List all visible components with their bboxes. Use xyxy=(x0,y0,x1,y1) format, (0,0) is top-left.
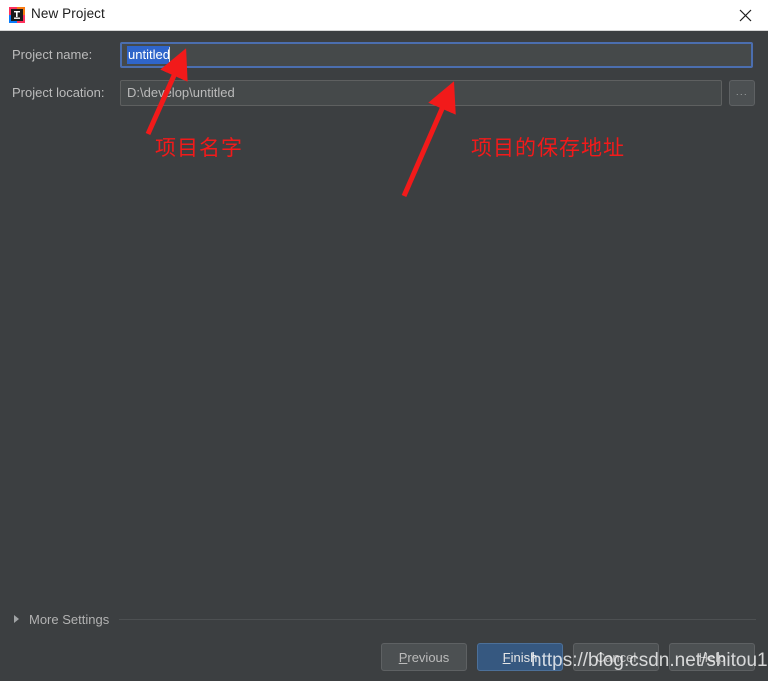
dialog-content: Project name: untitled Project location:… xyxy=(0,31,768,681)
new-project-dialog: New Project Project name: untitled Proje… xyxy=(0,0,768,681)
text-caret xyxy=(168,47,170,62)
project-name-value: untitled xyxy=(127,46,170,64)
project-location-label: Project location: xyxy=(12,85,105,100)
window-title: New Project xyxy=(31,6,105,21)
browse-folder-button[interactable]: ... xyxy=(729,80,755,106)
watermark-url: https://blog.csdn.net/shitou1259 xyxy=(531,650,768,671)
previous-button-mnemonic: P xyxy=(398,649,408,665)
close-icon[interactable] xyxy=(722,0,768,30)
ellipsis-icon: ... xyxy=(735,86,748,97)
separator-line xyxy=(119,618,756,620)
project-name-label: Project name: xyxy=(12,47,93,62)
project-location-input[interactable]: D:\develop\untitled xyxy=(120,80,722,106)
previous-button-label: revious xyxy=(407,649,450,665)
title-bar: New Project xyxy=(0,0,768,31)
finish-button-mnemonic: F xyxy=(502,649,511,665)
project-name-row: Project name: untitled xyxy=(0,42,768,68)
more-settings-label: More Settings xyxy=(29,611,110,627)
previous-button[interactable]: Previous xyxy=(381,643,467,671)
project-location-row: Project location: D:\develop\untitled ..… xyxy=(0,80,768,106)
intellij-idea-icon xyxy=(9,7,25,23)
project-name-input[interactable]: untitled xyxy=(120,42,753,68)
more-settings-toggle[interactable]: More Settings xyxy=(0,609,768,629)
triangle-right-icon xyxy=(14,615,19,623)
